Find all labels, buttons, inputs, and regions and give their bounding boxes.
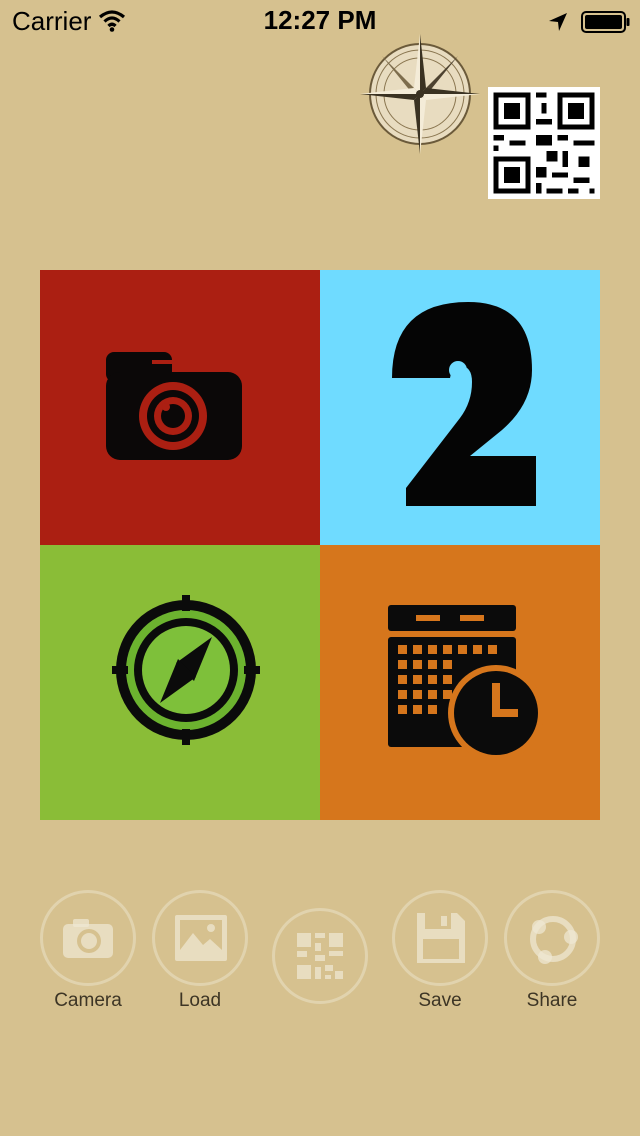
qr-code-button[interactable]: [272, 908, 368, 1004]
number-two-icon: [392, 302, 536, 506]
app-tile-grid: [40, 270, 600, 820]
camera-button-label: Camera: [54, 990, 122, 1011]
calendar-clock-icon: [388, 605, 544, 761]
share-button[interactable]: Share: [504, 890, 600, 1012]
qr-code-icon: [297, 933, 343, 979]
save-button-label: Save: [418, 990, 462, 1011]
calendar-clock-tile[interactable]: [320, 545, 600, 820]
qr-code-icon: [488, 87, 600, 199]
load-button-label: Load: [178, 990, 222, 1011]
location-arrow-icon: [548, 8, 568, 39]
status-bar: Carrier 12:27 PM: [0, 0, 640, 40]
battery-icon: [581, 9, 631, 40]
camera-icon: [106, 352, 242, 460]
compass-tile[interactable]: [40, 545, 320, 820]
share-icon: [530, 916, 578, 964]
camera-icon: [63, 919, 113, 958]
number-two-tile[interactable]: [320, 270, 600, 545]
floppy-disk-icon: [417, 913, 465, 963]
compass-rose-icon: [358, 32, 482, 161]
image-icon: [175, 915, 227, 961]
camera-tile[interactable]: [40, 270, 320, 545]
status-time: 12:27 PM: [263, 5, 377, 35]
save-button[interactable]: Save: [392, 890, 488, 1012]
load-button[interactable]: Load: [152, 890, 248, 1012]
compass-icon: [112, 595, 260, 745]
share-button-label: Share: [526, 990, 578, 1011]
camera-button[interactable]: Camera: [40, 890, 136, 1012]
